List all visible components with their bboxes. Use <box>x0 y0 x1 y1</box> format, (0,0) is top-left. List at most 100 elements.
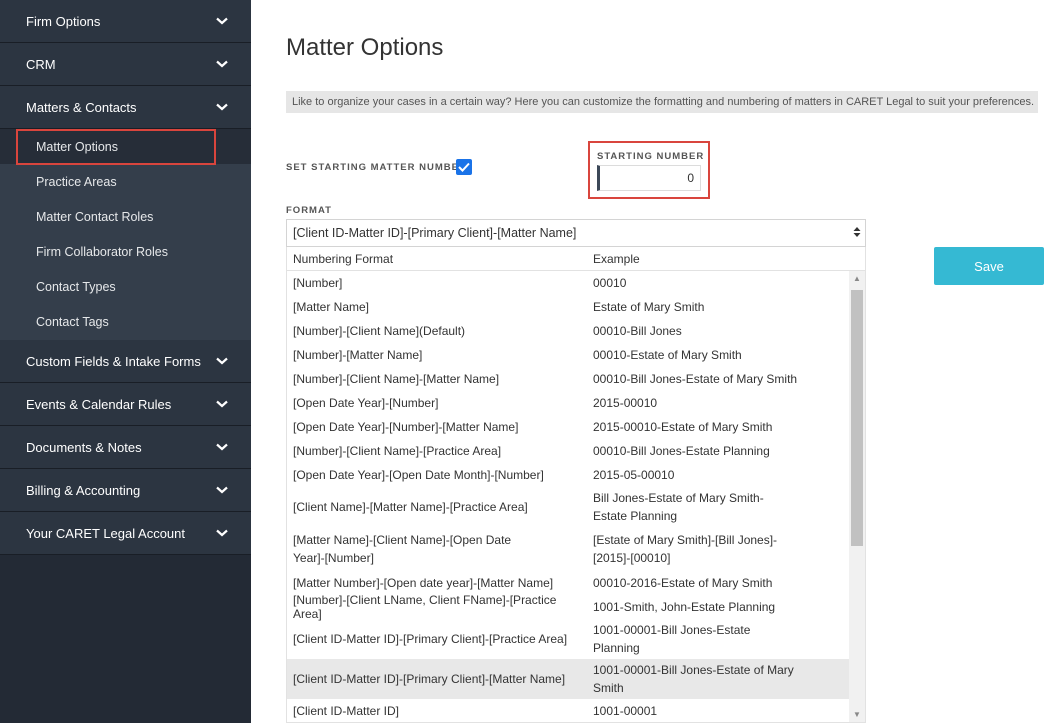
starting-number-group: STARTING NUMBER 0 <box>588 141 710 199</box>
sidebar-item-label: Contact Tags <box>36 315 109 329</box>
format-selected-value: [Client ID-Matter ID]-[Primary Client]-[… <box>293 226 577 240</box>
table-body: [Number] 00010 [Matter Name] Estate of Mar… <box>287 271 865 722</box>
format-cell: [Matter Number]-[Open date year]-[Matter… <box>293 576 554 590</box>
nav-section-label: Events & Calendar Rules <box>26 396 172 412</box>
format-cell: [Number]-[Client Name](Default) <box>293 324 466 338</box>
example-cell: 00010-Bill Jones <box>593 324 682 338</box>
format-cell: [Client ID-Matter ID]-[Primary Client]-[… <box>293 632 568 646</box>
scroll-down-arrow-icon[interactable]: ▼ <box>849 710 865 719</box>
example-cell: 1001-Smith, John-Estate Planning <box>593 600 776 614</box>
format-select[interactable]: [Client ID-Matter ID]-[Primary Client]-[… <box>286 219 866 247</box>
nav-section-caret-account[interactable]: Your CARET Legal Account <box>0 512 251 555</box>
format-options-table: Numbering Format Example [Number] 00010 [… <box>286 247 866 723</box>
table-scrollbar[interactable]: ▲ ▼ <box>849 271 865 722</box>
example-cell: 1001-00001-Bill Jones-Estate Planning <box>593 623 751 655</box>
checkmark-icon <box>458 162 470 172</box>
nav-section-firm-options[interactable]: Firm Options <box>0 0 251 43</box>
format-cell: [Client Name]-[Matter Name]-[Practice Ar… <box>293 500 528 514</box>
example-cell: 1001-00001 <box>593 704 658 718</box>
scroll-up-arrow-icon[interactable]: ▲ <box>849 274 865 283</box>
chevron-down-icon <box>215 483 229 497</box>
sidebar-item-matter-options[interactable]: Matter Options <box>0 129 251 165</box>
format-cell: [Matter Name] <box>293 300 370 314</box>
table-header: Numbering Format Example <box>287 247 865 271</box>
table-row-selected[interactable]: [Client ID-Matter ID]-[Primary Client]-[… <box>287 659 865 699</box>
example-cell: 2015-00010-Estate of Mary Smith <box>593 420 773 434</box>
nav-section-billing-accounting[interactable]: Billing & Accounting <box>0 469 251 512</box>
nav-section-matters-contacts[interactable]: Matters & Contacts <box>0 86 251 129</box>
table-row[interactable]: [Open Date Year]-[Open Date Month]-[Numb… <box>287 463 865 487</box>
example-cell: 00010-Estate of Mary Smith <box>593 348 742 362</box>
chevron-down-icon <box>215 57 229 71</box>
format-cell: [Number]-[Client Name]-[Practice Area] <box>293 444 502 458</box>
table-row[interactable]: [Matter Name]-[Client Name]-[Open Date Y… <box>287 527 865 571</box>
starting-number-label: STARTING NUMBER <box>597 151 705 162</box>
format-cell: [Number] <box>293 276 343 290</box>
example-cell: Estate of Mary Smith <box>593 300 705 314</box>
example-cell: 2015-05-00010 <box>593 468 675 482</box>
table-row[interactable]: [Matter Name] Estate of Mary Smith <box>287 295 865 319</box>
sort-arrows-icon <box>853 226 861 238</box>
table-row[interactable]: [Client Name]-[Matter Name]-[Practice Ar… <box>287 487 865 527</box>
table-row[interactable]: [Number] 00010 <box>287 271 865 295</box>
chevron-down-icon <box>215 397 229 411</box>
nav-section-crm[interactable]: CRM <box>0 43 251 86</box>
sidebar-item-label: Practice Areas <box>36 174 117 189</box>
nav-section-label: Firm Options <box>26 13 101 29</box>
example-cell: 00010-2016-Estate of Mary Smith <box>593 576 773 590</box>
nav-section-custom-fields[interactable]: Custom Fields & Intake Forms <box>0 340 251 383</box>
main-content: Matter Options Like to organize your cas… <box>251 0 1053 723</box>
sidebar: Firm Options CRM Matters & Contacts Matt… <box>0 0 251 723</box>
sidebar-item-firm-collaborator-roles[interactable]: Firm Collaborator Roles <box>0 234 251 269</box>
nav-section-label: Custom Fields & Intake Forms <box>26 353 201 369</box>
format-cell: [Open Date Year]-[Number] <box>293 396 439 410</box>
scroll-thumb[interactable] <box>851 290 863 546</box>
table-row[interactable]: [Client ID-Matter ID]-[Primary Client]-[… <box>287 619 865 659</box>
info-banner: Like to organize your cases in a certain… <box>286 91 1038 113</box>
sidebar-item-label: Firm Collaborator Roles <box>36 244 168 259</box>
sidebar-item-practice-areas[interactable]: Practice Areas <box>0 164 251 199</box>
table-row[interactable]: [Number]-[Matter Name] 00010-Estate of Ma… <box>287 343 865 367</box>
table-row[interactable]: [Matter Number]-[Open date year]-[Matter… <box>287 571 865 595</box>
example-cell: 00010-Bill Jones-Estate of Mary Smith <box>593 372 798 386</box>
chevron-down-icon <box>215 354 229 368</box>
page-title: Matter Options <box>286 34 444 61</box>
format-cell: [Number]-[Client LName, Client FName]-[P… <box>293 593 557 621</box>
save-button[interactable]: Save <box>934 247 1044 285</box>
column-header-example: Example <box>593 251 640 266</box>
example-cell: 2015-00010 <box>593 396 658 410</box>
table-row[interactable]: [Number]-[Client LName, Client FName]-[P… <box>287 593 865 621</box>
chevron-down-icon <box>215 440 229 454</box>
nav-section-label: Documents & Notes <box>26 439 142 455</box>
example-cell: Bill Jones-Estate of Mary Smith-Estate P… <box>593 491 764 523</box>
starting-number-input[interactable]: 0 <box>597 165 701 191</box>
chevron-down-icon <box>215 526 229 540</box>
nav-section-events-calendar[interactable]: Events & Calendar Rules <box>0 383 251 426</box>
set-starting-number-checkbox[interactable] <box>456 159 472 175</box>
format-cell: [Client ID-Matter ID]-[Primary Client]-[… <box>293 672 566 686</box>
format-cell: [Number]-[Matter Name] <box>293 348 423 362</box>
format-cell: [Matter Name]-[Client Name]-[Open Date Y… <box>293 533 512 565</box>
example-cell: [Estate of Mary Smith]-[Bill Jones]-[201… <box>593 533 778 565</box>
sidebar-item-label: Matter Options <box>36 139 118 154</box>
sidebar-item-contact-types[interactable]: Contact Types <box>0 269 251 304</box>
table-row[interactable]: [Number]-[Client Name](Default) 00010-Bil… <box>287 319 865 343</box>
nav-section-label: CRM <box>26 56 56 72</box>
example-cell: 00010 <box>593 276 627 290</box>
nav-section-label: Matters & Contacts <box>26 99 137 115</box>
format-label: FORMAT <box>286 205 332 216</box>
chevron-down-icon <box>215 100 229 114</box>
table-row[interactable]: [Open Date Year]-[Number]-[Matter Name] 2… <box>287 415 865 439</box>
table-row[interactable]: [Number]-[Client Name]-[Practice Area] 00… <box>287 439 865 463</box>
example-cell: 00010-Bill Jones-Estate Planning <box>593 444 770 458</box>
format-cell: [Client ID-Matter ID] <box>293 704 400 718</box>
format-cell: [Open Date Year]-[Number]-[Matter Name] <box>293 420 519 434</box>
nav-section-documents-notes[interactable]: Documents & Notes <box>0 426 251 469</box>
format-cell: [Open Date Year]-[Open Date Month]-[Numb… <box>293 468 544 482</box>
sidebar-item-matter-contact-roles[interactable]: Matter Contact Roles <box>0 199 251 234</box>
sidebar-item-contact-tags[interactable]: Contact Tags <box>0 304 251 340</box>
table-row[interactable]: [Client ID-Matter ID] 1001-00001 <box>287 699 865 722</box>
table-row[interactable]: [Open Date Year]-[Number] 2015-00010 <box>287 391 865 415</box>
table-row[interactable]: [Number]-[Client Name]-[Matter Name] 0001… <box>287 367 865 391</box>
sidebar-item-label: Contact Types <box>36 279 116 294</box>
